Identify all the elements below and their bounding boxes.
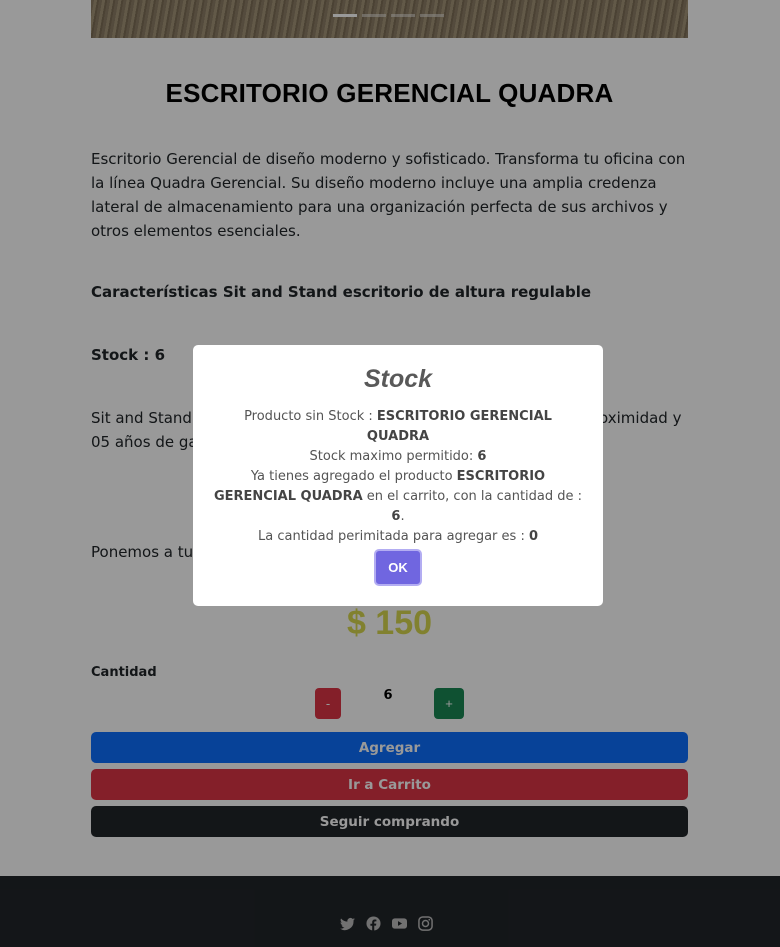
dialog-line-in-cart: Ya tienes agregado el producto ESCRITORI… [213,469,583,524]
stock-alert-dialog: Stock Producto sin Stock : ESCRITORIO GE… [193,345,603,606]
dialog-title: Stock [363,365,433,393]
dialog-message: Producto sin Stock : ESCRITORIO GERENCIA… [213,407,583,547]
ok-button[interactable]: OK [374,549,422,586]
dialog-line-out-of-stock: Producto sin Stock : ESCRITORIO GERENCIA… [244,409,552,444]
dialog-line-allowed: La cantidad perimitada para agregar es :… [258,529,538,544]
dialog-line-max-stock: Stock maximo permitido: 6 [309,449,487,464]
